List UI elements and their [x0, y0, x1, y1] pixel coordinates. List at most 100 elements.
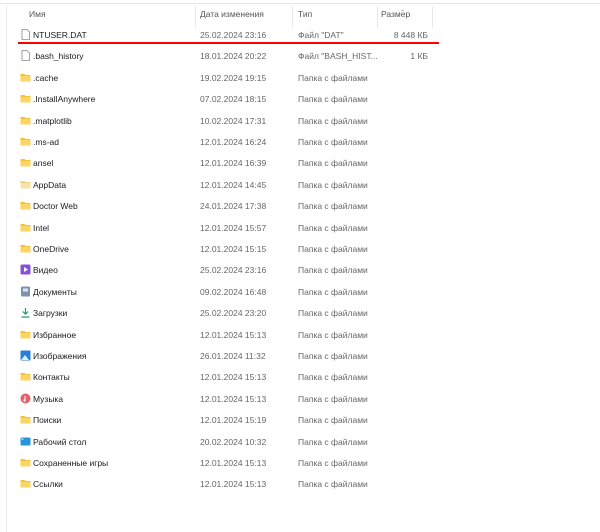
pictures-icon [20, 350, 31, 361]
folder-icon [20, 115, 31, 126]
file-name: .InstallAnywhere [33, 94, 96, 105]
file-row[interactable]: Поиски 12.01.2024 15:19 Папка с файлами [0, 410, 600, 430]
file-date: 12.01.2024 15:15 [200, 244, 267, 254]
download-icon [20, 307, 31, 318]
file-name: Музыка [33, 393, 64, 404]
column-header-date[interactable]: Дата изменения [200, 9, 264, 19]
file-row[interactable]: Intel 12.01.2024 15:57 Папка с файлами [0, 218, 600, 238]
file-name: Документы [33, 286, 77, 297]
file-row[interactable]: Рабочий стол 20.02.2024 10:32 Папка с фа… [0, 432, 600, 452]
file-icon [20, 29, 31, 40]
file-type: Папка с файлами [298, 179, 368, 190]
file-date: 25.02.2024 23:16 [200, 265, 267, 276]
file-date: 09.02.2024 16:48 [200, 286, 267, 297]
file-row[interactable]: Doctor Web 24.01.2024 17:38 Папка с файл… [0, 196, 600, 216]
file-date: 12.01.2024 16:24 [200, 137, 267, 147]
file-date: 25.02.2024 23:20 [200, 308, 267, 319]
file-date: 12.01.2024 14:45 [200, 179, 267, 190]
folder-icon [20, 222, 31, 233]
file-name: .matplotlib [33, 115, 72, 126]
file-type: Папка с файлами [298, 158, 368, 169]
file-date: 25.02.2024 23:16 [200, 30, 267, 40]
file-date: 12.01.2024 15:57 [200, 222, 267, 233]
file-name: Видео [33, 265, 58, 276]
folder-icon [20, 457, 31, 468]
file-row[interactable]: .bash_history 18.01.2024 20:22 Файл "BAS… [0, 46, 600, 66]
file-row[interactable]: Музыка 12.01.2024 15:13 Папка с файлами [0, 389, 600, 409]
red-underline-annotation [18, 42, 439, 44]
file-date: 19.02.2024 19:15 [200, 72, 267, 83]
file-name: Ссылки [33, 479, 63, 490]
file-type: Папка с файлами [298, 115, 368, 126]
column-header-size[interactable]: Размер [381, 9, 410, 19]
file-type: Папка с файлами [298, 72, 368, 83]
file-type: Папка с файлами [298, 286, 368, 297]
file-row[interactable]: Сохраненные игры 12.01.2024 15:13 Папка … [0, 453, 600, 473]
file-type: Папка с файлами [298, 308, 368, 319]
file-type: Папка с файлами [298, 393, 368, 404]
file-name: .cache [33, 72, 59, 83]
folder-icon [20, 329, 31, 340]
file-date: 12.01.2024 15:13 [200, 329, 267, 340]
file-size: 1 КБ [410, 51, 428, 62]
file-row[interactable]: OneDrive 12.01.2024 15:15 Папка с файлам… [0, 239, 600, 259]
file-date: 07.02.2024 18:15 [200, 94, 267, 105]
file-name: Загрузки [33, 308, 68, 319]
file-date: 26.01.2024 11:32 [200, 351, 266, 361]
folder-icon [20, 93, 31, 104]
file-name: AppData [33, 179, 67, 190]
file-type: Папка с файлами [298, 265, 368, 276]
file-date: 12.01.2024 15:13 [200, 458, 267, 468]
column-header-type[interactable]: Тип [298, 9, 312, 19]
file-name: Doctor Web [33, 201, 78, 212]
file-type: Файл "DAT" [298, 30, 344, 40]
file-date: 12.01.2024 15:13 [200, 372, 267, 383]
file-row[interactable]: Загрузки 25.02.2024 23:20 Папка с файлам… [0, 303, 600, 323]
file-type: Папка с файлами [298, 415, 368, 426]
folder-icon [20, 157, 31, 168]
file-name: ansel [33, 158, 54, 169]
file-date: 24.01.2024 17:38 [200, 201, 267, 212]
folder-icon [20, 200, 31, 211]
file-row[interactable]: Контакты 12.01.2024 15:13 Папка с файлам… [0, 367, 600, 387]
file-date: 10.02.2024 17:31 [200, 115, 267, 126]
file-row[interactable]: Ссылки 12.01.2024 15:13 Папка с файлами [0, 474, 600, 494]
file-size: 8 448 КБ [393, 30, 428, 40]
file-row[interactable]: Видео 25.02.2024 23:16 Папка с файлами [0, 260, 600, 280]
file-type: Папка с файлами [298, 201, 368, 212]
documents-icon [20, 286, 31, 297]
file-type: Папка с файлами [298, 329, 368, 340]
file-date: 18.01.2024 20:22 [200, 51, 267, 62]
file-type: Папка с файлами [298, 436, 368, 447]
file-date: 20.02.2024 10:32 [200, 436, 267, 447]
file-row[interactable]: .matplotlib 10.02.2024 17:31 Папка с фай… [0, 111, 600, 131]
file-date: 12.01.2024 16:39 [200, 158, 267, 169]
file-row[interactable]: Документы 09.02.2024 16:48 Папка с файла… [0, 282, 600, 302]
folder-icon [20, 414, 31, 425]
file-name: OneDrive [33, 244, 69, 254]
folder-icon [20, 243, 31, 254]
file-row[interactable]: ansel 12.01.2024 16:39 Папка с файлами [0, 153, 600, 173]
file-type: Папка с файлами [298, 479, 368, 490]
file-type: Папка с файлами [298, 244, 368, 254]
music-icon [20, 393, 31, 404]
file-name: NTUSER.DAT [33, 30, 87, 40]
file-type: Файл "BASH_HIST... [298, 51, 378, 62]
folder-icon [20, 478, 31, 489]
column-header: Имя Дата изменения Тип ⌄ Размер [0, 6, 600, 28]
file-name: Поиски [33, 415, 62, 426]
file-row[interactable]: Избранное 12.01.2024 15:13 Папка с файла… [0, 325, 600, 345]
file-row[interactable]: .cache 19.02.2024 19:15 Папка с файлами [0, 68, 600, 88]
file-row[interactable]: Изображения 26.01.2024 11:32 Папка с фай… [0, 346, 600, 366]
file-type: Папка с файлами [298, 372, 368, 383]
file-row[interactable]: .InstallAnywhere 07.02.2024 18:15 Папка … [0, 89, 600, 109]
file-row[interactable]: AppData 12.01.2024 14:45 Папка с файлами [0, 175, 600, 195]
file-row[interactable]: .ms-ad 12.01.2024 16:24 Папка с файлами [0, 132, 600, 152]
desktop-icon [20, 436, 31, 447]
column-header-name[interactable]: Имя [29, 9, 46, 19]
file-name: Intel [33, 222, 50, 233]
video-icon [20, 264, 31, 275]
file-name: Избранное [33, 329, 77, 340]
folder-icon [20, 72, 31, 83]
file-name: Изображения [33, 351, 87, 361]
